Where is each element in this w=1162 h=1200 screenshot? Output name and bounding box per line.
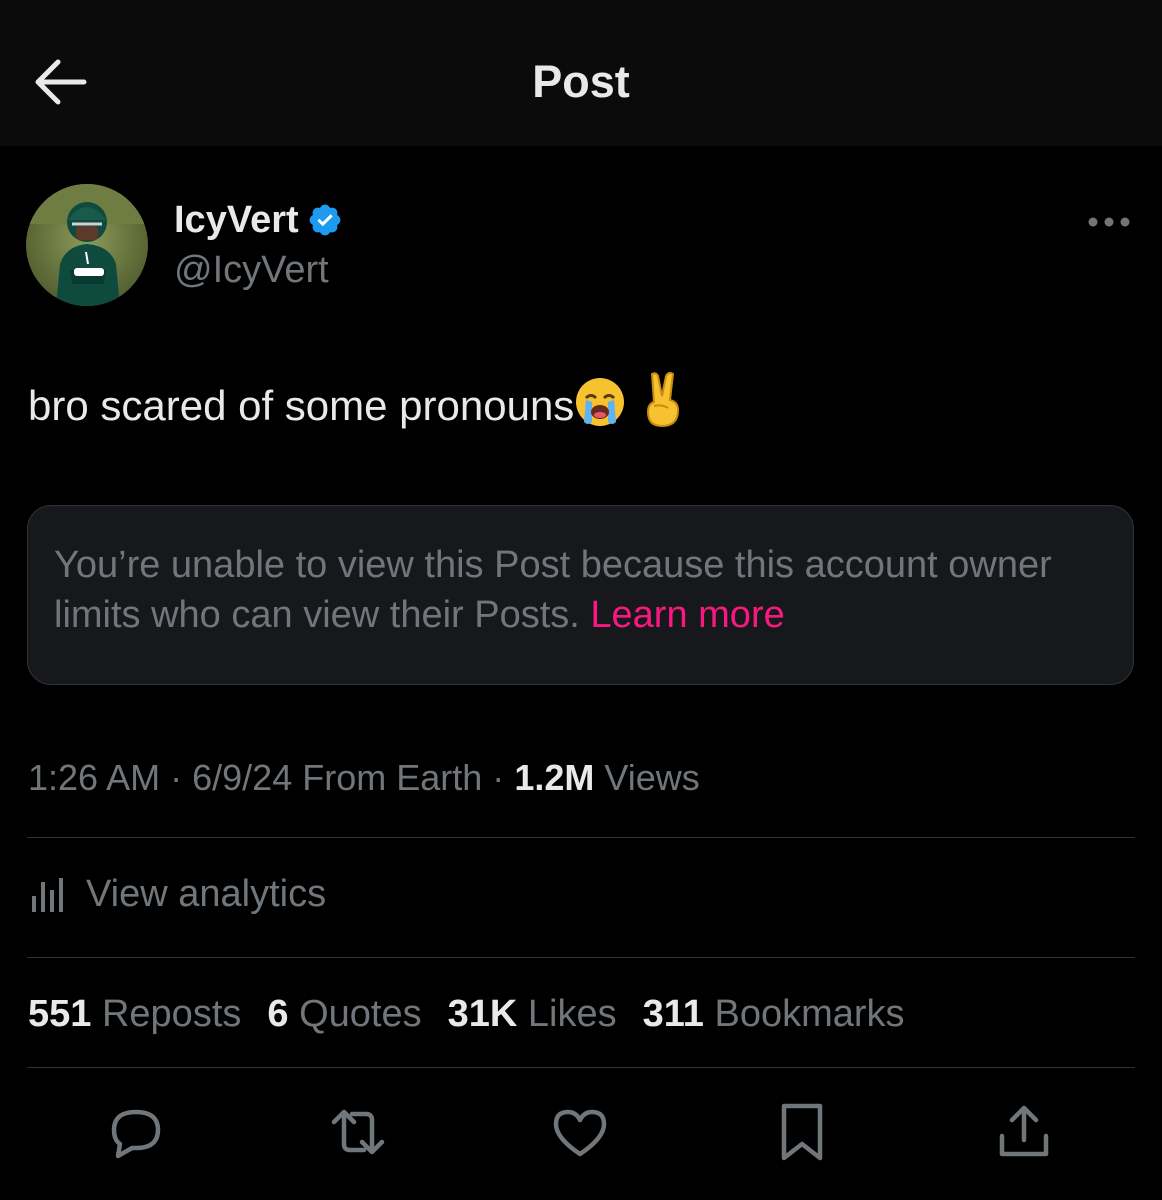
stat-count: 6 <box>267 993 289 1035</box>
stat-count: 551 <box>28 993 92 1035</box>
share-icon <box>999 1105 1049 1157</box>
views-count: 1.2M <box>514 757 595 798</box>
handle[interactable]: @IcyVert <box>174 246 329 294</box>
learn-more-link[interactable]: Learn more <box>590 594 784 636</box>
stat-label: Reposts <box>101 993 242 1035</box>
repost-icon <box>331 1109 385 1155</box>
divider <box>27 1067 1135 1068</box>
meta-separator: · <box>492 757 505 798</box>
post-date[interactable]: 6/9/24 <box>192 757 292 798</box>
stat-count: 31K <box>447 993 518 1035</box>
reposts-stat[interactable]: 551 Reposts <box>28 988 241 1040</box>
display-name[interactable]: IcyVert <box>174 194 299 246</box>
meta-separator: · <box>170 757 183 798</box>
reply-icon <box>111 1109 161 1159</box>
stat-label: Likes <box>527 993 617 1035</box>
post-meta: 1:26 AM · 6/9/24 From Earth · 1.2M Views <box>28 752 700 804</box>
analytics-bar-chart-icon <box>32 878 63 912</box>
display-name-row: IcyVert <box>174 194 343 246</box>
more-dots-icon <box>1088 217 1130 227</box>
like-button[interactable] <box>548 1100 612 1164</box>
bookmark-button[interactable] <box>770 1100 834 1164</box>
like-heart-icon <box>553 1109 607 1157</box>
stat-label: Bookmarks <box>714 993 905 1035</box>
engagement-stats: 551 Reposts 6 Quotes 31K Likes 311 Bookm… <box>28 988 931 1040</box>
top-bar: Post <box>0 0 1162 146</box>
page-title: Post <box>532 56 630 107</box>
loudly-crying-face-icon <box>576 378 625 426</box>
likes-stat[interactable]: 31K Likes <box>448 988 617 1040</box>
verified-badge-icon <box>309 204 341 236</box>
unavailable-post-notice: You’re unable to view this Post because … <box>27 505 1134 685</box>
avatar[interactable] <box>26 184 148 306</box>
divider <box>27 837 1135 838</box>
repost-button[interactable] <box>326 1100 390 1164</box>
notice-text: You’re unable to view this Post because … <box>54 544 1052 636</box>
bookmarks-stat[interactable]: 311 Bookmarks <box>643 988 905 1040</box>
post-text: bro scared of some pronouns <box>28 382 575 429</box>
view-analytics-button[interactable]: View analytics <box>28 866 326 922</box>
stat-count: 311 <box>642 993 704 1035</box>
quotes-stat[interactable]: 6 Quotes <box>267 988 421 1040</box>
view-analytics-label: View analytics <box>86 872 327 915</box>
share-button[interactable] <box>992 1100 1056 1164</box>
bookmark-icon <box>781 1103 823 1161</box>
reply-button[interactable] <box>104 1100 168 1164</box>
post-text-container: bro scared of some pronouns <box>28 370 686 439</box>
victory-hand-icon <box>646 371 679 428</box>
divider <box>27 957 1135 958</box>
more-options-button[interactable] <box>1084 204 1138 240</box>
post-source: From Earth <box>302 757 483 798</box>
stat-label: Quotes <box>299 993 422 1035</box>
views-label: Views <box>604 757 700 798</box>
post-time[interactable]: 1:26 AM <box>28 757 160 798</box>
